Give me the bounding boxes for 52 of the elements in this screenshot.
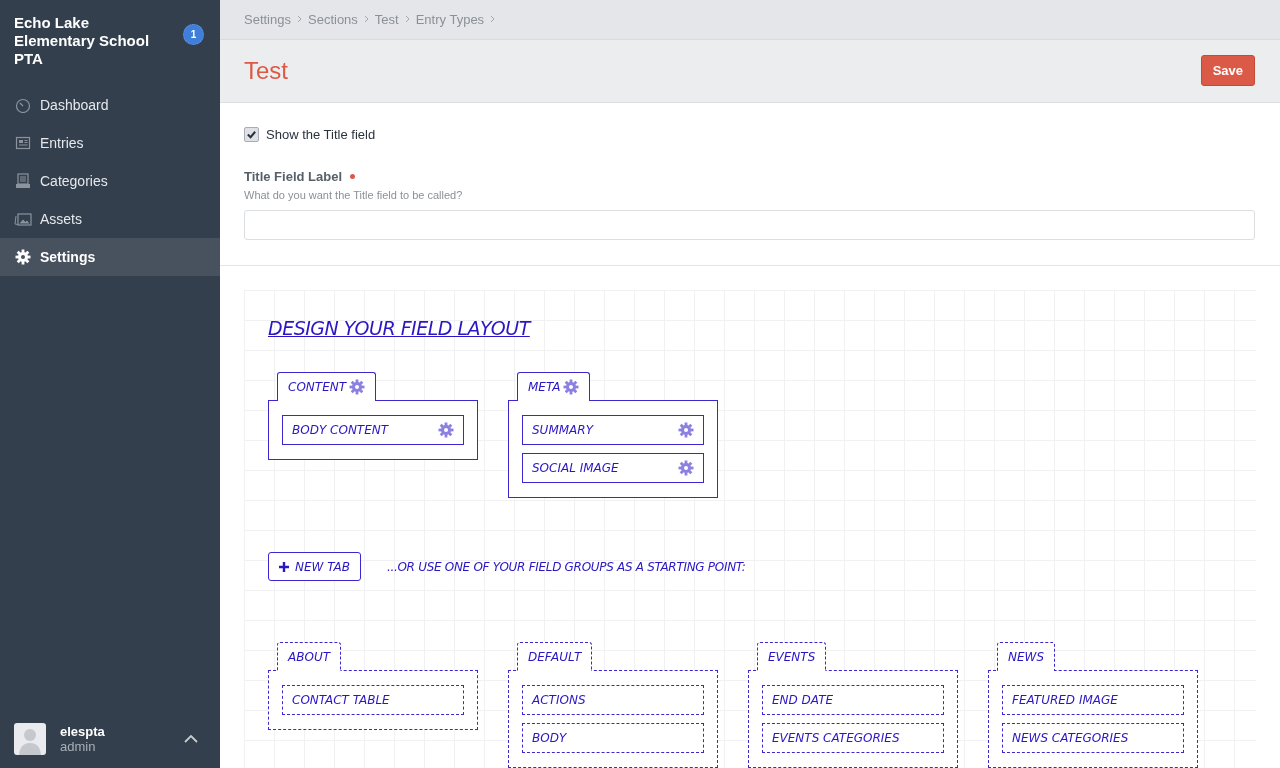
- chevron-right-icon: [490, 15, 496, 24]
- group-field[interactable]: BODY: [522, 723, 704, 753]
- group-field[interactable]: END DATE: [762, 685, 944, 715]
- chevron-right-icon: [363, 15, 369, 24]
- chevron-right-icon: [297, 15, 302, 24]
- plus-icon: [279, 561, 289, 572]
- settings-icon[interactable]: [678, 460, 694, 476]
- settings-icon[interactable]: [438, 422, 454, 438]
- group-field[interactable]: ACTIONS: [522, 685, 704, 715]
- nav-item[interactable]: Entries: [0, 124, 220, 162]
- group-field[interactable]: EVENTS CATEGORIES: [762, 723, 944, 753]
- nav-item[interactable]: Settings: [0, 238, 220, 276]
- checkmark-icon: [246, 129, 257, 140]
- layout-tab[interactable]: META: [517, 372, 591, 401]
- settings-icon[interactable]: [563, 379, 580, 395]
- checkbox[interactable]: [244, 127, 259, 142]
- field-groups-hint: ...OR USE ONE OF YOUR FIELD GROUPS AS A STARTING POINT:: [386, 559, 746, 574]
- newspaper-icon: [14, 135, 32, 151]
- group-field[interactable]: NEWS CATEGORIES: [1002, 723, 1184, 753]
- group-tab[interactable]: DEFAULT: [517, 642, 593, 671]
- pictures-icon: [14, 211, 32, 227]
- site-name[interactable]: Echo Lake Elementary School PTA: [14, 14, 164, 68]
- page-title: Test: [244, 56, 288, 85]
- save-button[interactable]: Save: [1200, 55, 1255, 87]
- user-role: admin: [60, 739, 97, 754]
- chevron-up-icon[interactable]: [184, 735, 198, 743]
- group-tab[interactable]: NEWS: [997, 642, 1056, 671]
- layout-tab[interactable]: CONTENT: [277, 372, 377, 401]
- nav-item[interactable]: Assets: [0, 200, 220, 238]
- layout-field[interactable]: SOCIAL IMAGE: [522, 453, 704, 483]
- layout-heading: DESIGN YOUR FIELD LAYOUT: [268, 317, 530, 339]
- layout-field[interactable]: SUMMARY: [522, 415, 704, 445]
- notification-badge[interactable]: 1: [183, 24, 204, 45]
- new-tab-button[interactable]: NEW TAB: [268, 552, 361, 581]
- field-label: Title Field Label: [244, 169, 342, 184]
- layout-field[interactable]: BODY CONTENT: [282, 415, 464, 445]
- checkbox-label[interactable]: Show the Title field: [266, 127, 376, 142]
- input-field[interactable]: [244, 210, 1255, 240]
- nav-item[interactable]: Dashboard: [0, 86, 220, 124]
- group-tab[interactable]: EVENTS: [757, 642, 827, 671]
- group-field[interactable]: FEATURED IMAGE: [1002, 685, 1184, 715]
- gauge-icon: [14, 97, 32, 113]
- group-field[interactable]: CONTACT TABLE: [282, 685, 464, 715]
- settings-icon[interactable]: [349, 379, 366, 395]
- settings-icon[interactable]: [678, 422, 694, 438]
- chevron-right-icon: [404, 15, 410, 24]
- settings-icon: [14, 249, 32, 265]
- user-name: elespta: [60, 724, 106, 739]
- group-tab[interactable]: ABOUT: [277, 642, 341, 671]
- field-instructions: What do you want the Title field to be called?: [244, 189, 464, 201]
- tray-icon: [14, 173, 32, 189]
- nav-item[interactable]: Categories: [0, 162, 220, 200]
